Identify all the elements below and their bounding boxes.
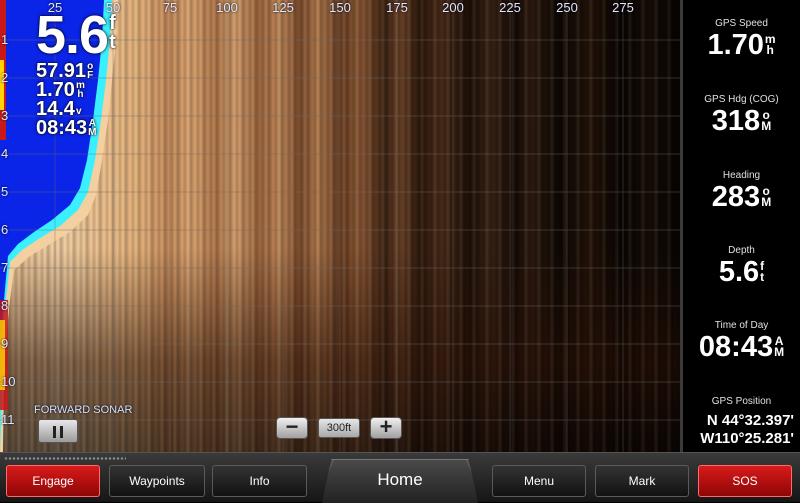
water-temp-unit-bottom: F — [87, 70, 94, 81]
gps-latitude: N 44°32.397' — [706, 412, 794, 429]
depth-tick: 10 — [1, 374, 16, 389]
sonar-view[interactable]: 25 50 75 100 125 150 175 200 225 250 275… — [0, 0, 680, 452]
depth-tick: 1 — [1, 32, 9, 47]
time-value: 08:43 — [36, 117, 88, 139]
depth-field-value: 5.6f t — [683, 258, 800, 287]
gps-speed-value: 1.70m h — [683, 31, 800, 60]
gps-position-field[interactable]: GPS Position N 44°32.397' W110°25.281' — [683, 396, 800, 448]
range-tick: 125 — [272, 0, 294, 15]
data-sidebar: GPS Speed 1.70m h GPS Hdg (COG) 318 o M Hea… — [680, 0, 800, 452]
bottom-button-bar: Engage Waypoints Info Home Menu Mark SOS — [0, 452, 800, 503]
heading-unit-bottom: M — [761, 195, 772, 209]
voltage-unit: v — [75, 106, 82, 117]
sonar-readout: 5.6f t 57.91o F 1.70m h 14.4v 08:43 A M — [36, 5, 116, 138]
gps-longitude: W110°25.281' — [700, 430, 794, 447]
water-temp-unit: oF — [87, 62, 94, 81]
time-readout: 08:43 A M — [36, 118, 115, 138]
time-unit-bottom: M — [88, 127, 97, 138]
pause-button[interactable] — [38, 419, 78, 443]
gps-speed-unit: mh — [765, 33, 776, 57]
depth-field-unit: ft — [760, 260, 765, 284]
info-button[interactable]: Info — [212, 465, 307, 497]
range-tick: 250 — [556, 0, 578, 15]
depth-tick: 11 — [1, 412, 15, 427]
depth-tick: 5 — [1, 184, 9, 199]
menu-button[interactable]: Menu — [492, 465, 586, 497]
zoom-out-button[interactable]: − — [276, 416, 308, 439]
range-tick: 200 — [442, 0, 464, 15]
range-tick: 275 — [612, 0, 634, 15]
engage-button[interactable]: Engage — [6, 465, 100, 497]
speed-readout: 1.70m h — [36, 80, 115, 100]
gps-heading-number: 318 — [711, 105, 761, 137]
heading-unit: oM — [761, 185, 772, 209]
depth-readout: 5.6f t — [36, 5, 116, 65]
heading-number: 283 — [711, 181, 761, 213]
gps-position-label: GPS Position — [711, 396, 772, 407]
depth-tick: 8 — [1, 298, 9, 313]
depth-unit: ft — [109, 13, 116, 53]
sonar-mode-label: FORWARD SONAR — [34, 404, 133, 416]
range-tick: 100 — [216, 0, 238, 15]
depth-unit-bottom: t — [109, 31, 116, 53]
depth-tick: 6 — [1, 222, 9, 237]
pause-icon — [60, 426, 63, 438]
gps-speed-unit-bottom: h — [766, 43, 774, 57]
gps-heading-unit-bottom: M — [761, 119, 772, 133]
voltage-readout: 14.4v — [36, 99, 115, 119]
depth-value: 5.6 — [36, 5, 109, 65]
depth-label: Depth — [728, 245, 755, 256]
depth-field-unit-bottom: t — [760, 270, 765, 284]
sos-button[interactable]: SOS — [698, 465, 792, 497]
gps-heading-unit: oM — [761, 109, 772, 133]
range-tick: 75 — [162, 0, 178, 15]
gps-heading-value: 318 o M — [683, 107, 800, 136]
zoom-in-button[interactable]: + — [370, 416, 402, 439]
depth-tick: 4 — [1, 146, 9, 161]
gps-speed-label: GPS Speed — [715, 18, 768, 29]
page-indicator-dots — [4, 456, 126, 461]
heading-field[interactable]: Heading 283 o M — [683, 170, 800, 212]
pause-icon — [53, 426, 56, 438]
heading-value: 283 o M — [683, 183, 800, 212]
range-scale-indicator: 300ft — [318, 418, 360, 438]
time-of-day-value: 08:43 A M — [683, 333, 800, 362]
time-of-day-field[interactable]: Time of Day 08:43 A M — [683, 320, 800, 362]
depth-tick: 9 — [1, 336, 9, 351]
depth-tick: 7 — [1, 260, 9, 275]
heading-label: Heading — [722, 170, 761, 181]
home-button[interactable]: Home — [322, 459, 478, 503]
time-unit: AM — [88, 119, 97, 138]
time-of-day-unit-bottom: M — [774, 345, 785, 359]
gps-speed-field[interactable]: GPS Speed 1.70m h — [683, 18, 800, 60]
depth-tick: 3 — [1, 108, 9, 123]
time-of-day-label: Time of Day — [714, 320, 769, 331]
mark-button[interactable]: Mark — [595, 465, 689, 497]
range-tick: 175 — [386, 0, 408, 15]
time-of-day-number: 08:43 — [698, 331, 774, 363]
range-tick: 150 — [329, 0, 351, 15]
gps-heading-label: GPS Hdg (COG) — [704, 94, 779, 105]
depth-number: 5.6 — [718, 256, 760, 288]
time-of-day-unit: AM — [774, 335, 785, 359]
gps-speed-number: 1.70 — [707, 29, 764, 61]
depth-tick: 2 — [1, 70, 9, 85]
waypoints-button[interactable]: Waypoints — [109, 465, 205, 497]
gps-heading-field[interactable]: GPS Hdg (COG) 318 o M — [683, 94, 800, 136]
speed-unit: mh — [76, 81, 85, 100]
range-tick: 225 — [499, 0, 521, 15]
depth-field[interactable]: Depth 5.6f t — [683, 245, 800, 287]
